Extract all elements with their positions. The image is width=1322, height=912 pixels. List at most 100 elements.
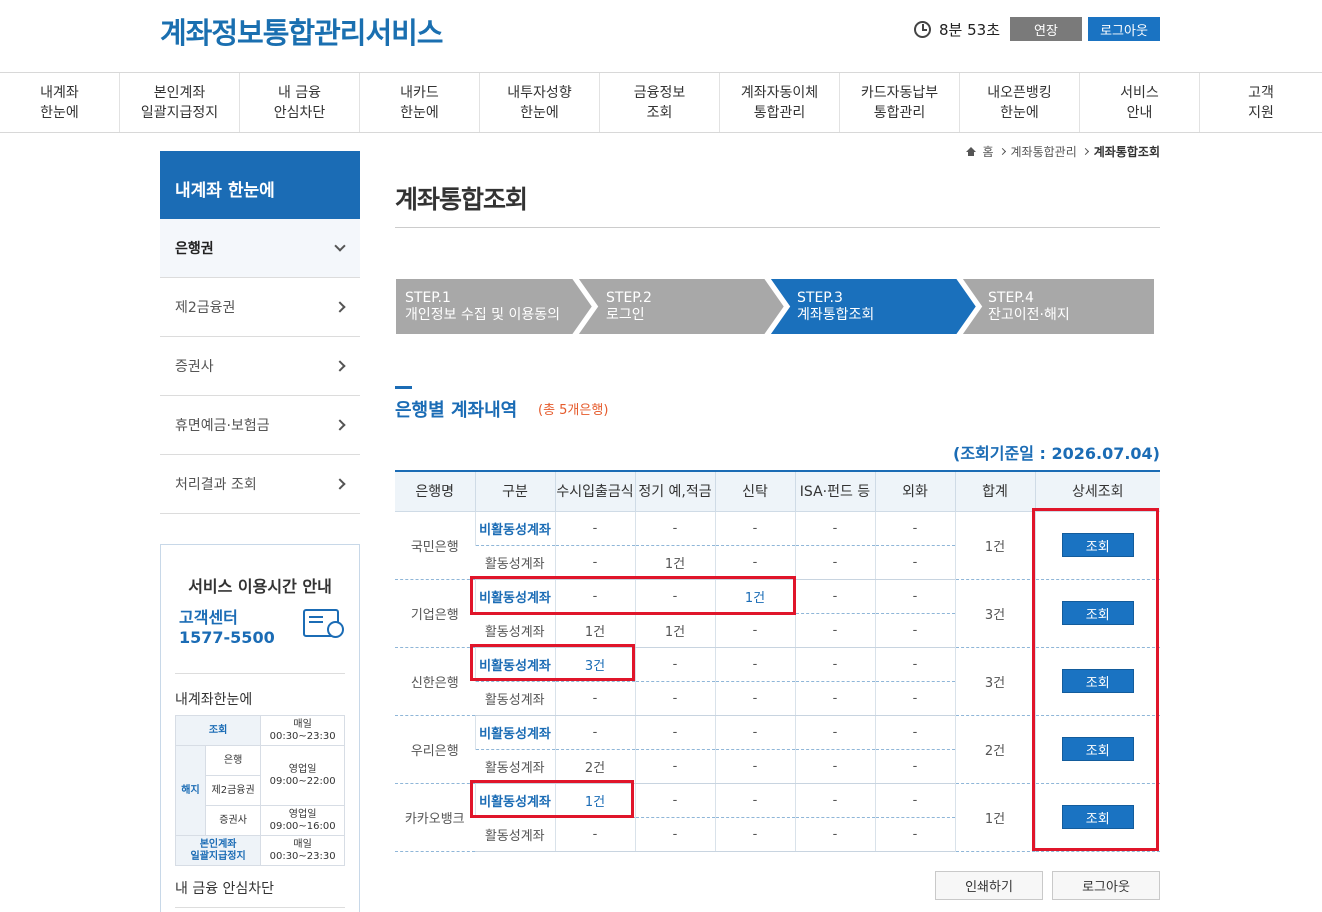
cell-value: - xyxy=(634,749,715,784)
step-no: STEP.3 xyxy=(797,290,843,306)
cell-value: 2건 xyxy=(554,749,635,784)
section-accent xyxy=(395,386,412,389)
sidebar-title: 내계좌 한눈에 xyxy=(160,151,360,219)
cell-value: - xyxy=(554,545,635,580)
total-count: 2건 xyxy=(954,715,1035,784)
breadcrumb-level1[interactable]: 계좌통합관리 xyxy=(1011,143,1077,160)
sidebar-item-bank[interactable]: 은행권 xyxy=(160,219,360,278)
total-count: 1건 xyxy=(954,511,1035,580)
cell-value: - xyxy=(794,817,875,852)
cell-value: - xyxy=(794,647,875,682)
chevron-right-icon xyxy=(334,360,346,372)
cell-value: - xyxy=(714,681,795,716)
cell-value: - xyxy=(714,749,795,784)
svc-cancel-label: 해지 xyxy=(175,745,206,836)
service-sub-title-2: 내 금융 안심차단 xyxy=(175,881,275,897)
chevron-right-icon xyxy=(998,147,1006,156)
cell-value: - xyxy=(714,783,795,818)
nav-item-my-cards[interactable]: 내카드 한눈에 xyxy=(360,73,480,132)
col-header: 구분 xyxy=(474,470,555,512)
col-header: 은행명 xyxy=(395,470,475,512)
chevron-right-icon xyxy=(334,419,346,431)
nav-item-open-banking[interactable]: 내오픈뱅킹 한눈에 xyxy=(960,73,1080,132)
cell-value: 1건 xyxy=(634,545,715,580)
step-label: 개인정보 수집 및 이용동의 xyxy=(405,307,561,323)
home-icon[interactable] xyxy=(966,147,977,156)
nav-item-auto-transfer[interactable]: 계좌자동이체 통합관리 xyxy=(720,73,840,132)
bank-name: 신한은행 xyxy=(395,647,475,716)
nav-item-finance-info[interactable]: 금융정보 조회 xyxy=(600,73,720,132)
sidebar-item-label: 제2금융권 xyxy=(175,300,236,316)
bank-count: (총 5개은행) xyxy=(538,403,609,418)
active-label: 활동성계좌 xyxy=(475,545,555,580)
nav-item-payment-stop[interactable]: 본인계좌 일괄지급정지 xyxy=(120,73,240,132)
step-label: 로그인 xyxy=(606,307,645,323)
cell-value: - xyxy=(874,647,955,682)
nav-item-card-autopay[interactable]: 카드자동납부 통합관리 xyxy=(840,73,960,132)
cell-value: - xyxy=(874,749,955,784)
cell-value: - xyxy=(794,545,875,580)
clock-icon xyxy=(327,621,344,638)
cell-value: - xyxy=(634,817,715,852)
nav-item-my-accounts[interactable]: 내계좌 한눈에 xyxy=(0,73,120,132)
step-3: STEP.3 계좌통합조회 xyxy=(787,278,874,335)
cell-value: - xyxy=(794,715,875,750)
cell-value: - xyxy=(794,511,875,546)
site-logo[interactable]: 계좌정보통합관리서비스 xyxy=(160,10,443,52)
cell-value: - xyxy=(794,783,875,818)
col-header: 외화 xyxy=(874,470,955,512)
highlight-box xyxy=(470,644,635,681)
svc-stop-label: 본인계좌 일괄지급정지 xyxy=(174,835,262,866)
bank-name: 국민은행 xyxy=(395,511,475,580)
col-header: 합계 xyxy=(954,470,1035,512)
col-header: ISA·펀드 등 xyxy=(794,470,875,512)
nav-item-service-guide[interactable]: 서비스 안내 xyxy=(1080,73,1200,132)
sidebar-item-second-tier[interactable]: 제2금융권 xyxy=(160,278,360,337)
active-label: 활동성계좌 xyxy=(475,749,555,784)
extend-button[interactable]: 연장 xyxy=(1010,17,1082,41)
active-label: 활동성계좌 xyxy=(475,613,555,648)
cell-value: - xyxy=(714,647,795,682)
nav-item-customer-support[interactable]: 고객 지원 xyxy=(1200,73,1322,132)
total-count: 1건 xyxy=(954,783,1035,852)
cell-value: - xyxy=(874,545,955,580)
cell-value: - xyxy=(874,715,955,750)
customer-center-phone: 1577-5500 xyxy=(179,628,275,647)
print-button[interactable]: 인쇄하기 xyxy=(935,871,1043,900)
col-header: 상세조회 xyxy=(1034,470,1160,512)
svc-inquiry-label: 조회 xyxy=(174,715,262,746)
cell-value: - xyxy=(634,647,715,682)
cell-value: 1건 xyxy=(554,613,635,648)
main-nav: 내계좌 한눈에 본인계좌 일괄지급정지 내 금융 안심차단 내카드 한눈에 내투… xyxy=(0,72,1322,133)
cell-value: - xyxy=(874,511,955,546)
divider xyxy=(395,227,1160,228)
nav-item-finance-block[interactable]: 내 금융 안심차단 xyxy=(240,73,360,132)
cell-value: - xyxy=(554,817,635,852)
sidebar-item-dormant[interactable]: 휴면예금·보험금 xyxy=(160,396,360,455)
logout-button-top[interactable]: 로그아웃 xyxy=(1088,17,1160,41)
logout-button[interactable]: 로그아웃 xyxy=(1052,871,1160,900)
svc-securities-time: 영업일 09:00~16:00 xyxy=(260,805,345,836)
total-count: 3건 xyxy=(954,647,1035,716)
svc-stop-time: 매일 00:30~23:30 xyxy=(260,835,345,866)
service-sub-title: 내계좌한눈에 xyxy=(175,692,253,708)
bank-name: 우리은행 xyxy=(395,715,475,784)
cell-value: - xyxy=(874,783,955,818)
breadcrumb-home[interactable]: 홈 xyxy=(982,143,993,160)
nav-item-invest-profile[interactable]: 내투자성향 한눈에 xyxy=(480,73,600,132)
step-1: STEP.1 개인정보 수집 및 이용동의 xyxy=(395,278,560,335)
sidebar-item-label: 처리결과 조회 xyxy=(175,477,257,493)
sidebar-item-securities[interactable]: 증권사 xyxy=(160,337,360,396)
customer-center: 고객센터 1577-5500 xyxy=(179,608,275,648)
sidebar-item-results[interactable]: 처리결과 조회 xyxy=(160,455,360,514)
timer-text: 8분 53초 xyxy=(939,20,1000,39)
cell-value: - xyxy=(634,511,715,546)
sidebar-item-label: 은행권 xyxy=(175,241,214,257)
step-no: STEP.2 xyxy=(606,290,652,306)
cell-value: - xyxy=(874,579,955,614)
chevron-right-icon xyxy=(334,301,346,313)
cell-value: - xyxy=(634,681,715,716)
cell-value: - xyxy=(554,715,635,750)
cell-value: - xyxy=(554,681,635,716)
step-indicator: STEP.1 개인정보 수집 및 이용동의 STEP.2 로그인 STEP.3 … xyxy=(395,278,1155,335)
